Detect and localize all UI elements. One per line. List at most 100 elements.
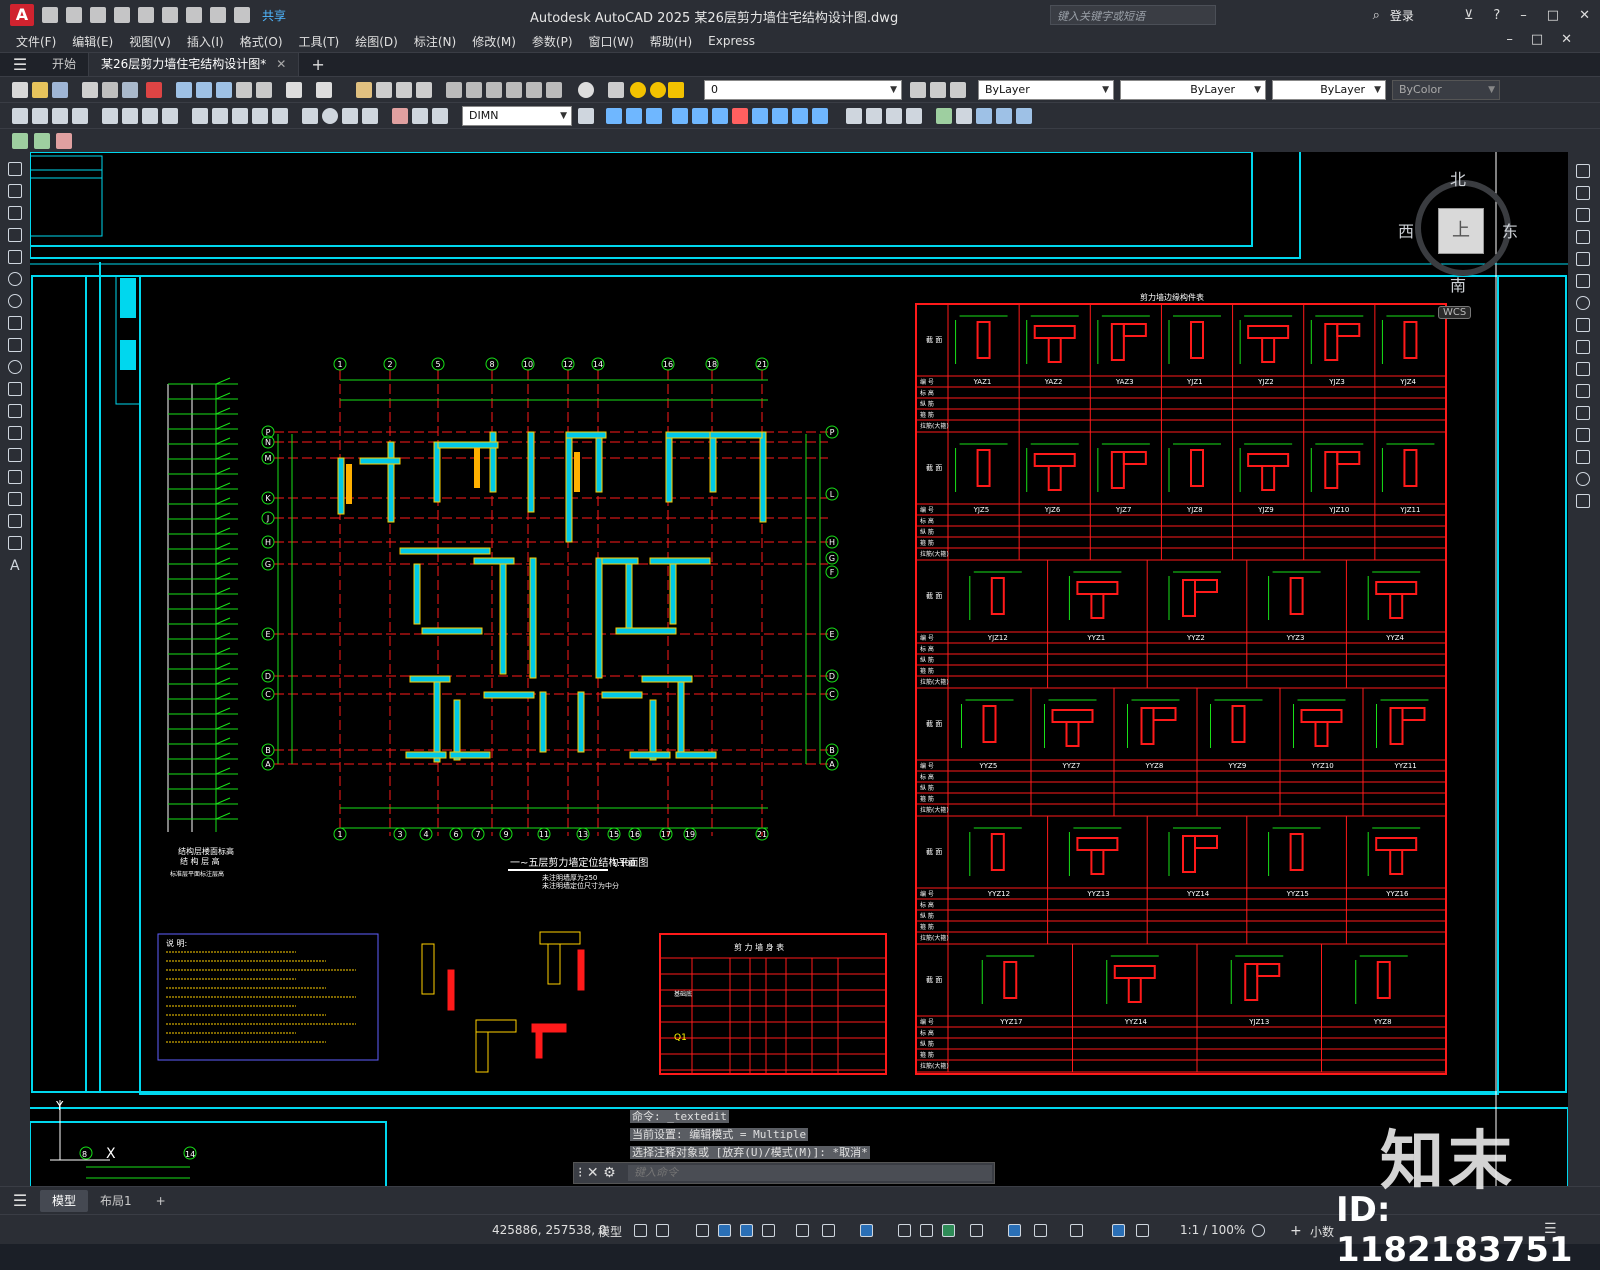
circle-icon[interactable] [8,294,22,308]
sheet-set-icon[interactable] [506,82,522,98]
polyline-icon[interactable] [8,206,22,220]
plot-icon[interactable] [82,82,98,98]
object-snap-tracking-icon[interactable] [822,1224,835,1237]
fillet-icon[interactable] [846,108,862,124]
region-icon[interactable] [8,514,22,528]
wcs-menu[interactable]: WCS [1438,306,1472,319]
chamfer-icon[interactable] [866,108,882,124]
extend-icon[interactable] [1576,384,1590,398]
new-file-icon[interactable] [42,7,58,23]
isometric-icon[interactable] [796,1224,809,1237]
close-button[interactable]: ✕ [1579,8,1590,23]
auto-scale-icon[interactable] [1136,1224,1149,1237]
tab-start[interactable]: 开始 [40,52,90,77]
make-current-layer-icon[interactable] [910,82,926,98]
match-properties-icon[interactable] [236,82,252,98]
layer-lock-icon[interactable] [668,82,684,98]
menu-express[interactable]: Express [708,34,755,48]
copy-object-icon[interactable] [626,108,642,124]
layer-on-icon[interactable] [630,82,646,98]
menu-window[interactable]: 窗口(W) [589,33,634,50]
dim-style-icon[interactable] [578,108,594,124]
trim-icon[interactable] [1576,362,1590,376]
coordinates-readout[interactable]: 425886, 257538, 0 [492,1223,607,1237]
open-icon[interactable] [32,82,48,98]
snap-icon[interactable] [656,1224,669,1237]
dim-edit-icon[interactable] [392,108,408,124]
align-icon[interactable] [996,108,1012,124]
quickcalc-icon[interactable] [546,82,562,98]
scale-icon[interactable] [752,108,768,124]
compass-north[interactable]: 北 [1450,166,1466,190]
explode-icon[interactable] [906,108,922,124]
units-select[interactable]: 小数 [1310,1223,1334,1240]
dimstyle-select[interactable]: DIMN ▼ [462,106,572,126]
move-icon[interactable] [1576,274,1590,288]
autocad-logo[interactable]: A [10,4,34,26]
open-file-icon[interactable] [66,7,82,23]
dim-text-edit-icon[interactable] [412,108,428,124]
tolerance-icon[interactable] [302,108,318,124]
compass-east[interactable]: 东 [1502,218,1518,242]
linetype-select[interactable]: ByLayer ▼ [1120,80,1266,100]
polar-tracking-icon[interactable] [762,1224,775,1237]
quick-dim-icon[interactable] [192,108,208,124]
stretch-icon[interactable] [772,108,788,124]
publish-icon[interactable] [122,82,138,98]
revcloud-icon[interactable] [8,316,22,330]
minimize-button[interactable]: – [1520,8,1527,23]
table-icon[interactable] [8,536,22,550]
dim-space-icon[interactable] [252,108,268,124]
layer-properties-icon[interactable] [608,82,624,98]
menu-format[interactable]: 格式(O) [240,33,283,50]
help-icon[interactable]: ? [1493,8,1500,23]
linear-dim-icon[interactable] [12,108,28,124]
join-icon[interactable] [1576,428,1590,442]
insert-block-icon[interactable] [8,404,22,418]
menu-insert[interactable]: 插入(I) [187,33,224,50]
infer-constraints-icon[interactable] [696,1224,709,1237]
lineweight-select[interactable]: ByLayer ▼ [1272,80,1386,100]
viewcube-top-face[interactable]: 上 [1438,208,1484,254]
cut-icon[interactable] [176,82,192,98]
hatch-icon[interactable] [8,470,22,484]
command-line-controls[interactable]: ⁝ ✕ ⚙ [578,1165,616,1181]
layer-thaw-icon[interactable] [650,82,666,98]
mtext-icon[interactable]: A [10,558,24,574]
ellipse-icon[interactable] [8,360,22,374]
save-icon[interactable] [90,7,106,23]
gradient-icon[interactable] [8,492,22,506]
open-web-icon[interactable] [138,7,154,23]
copy-icon[interactable] [1576,186,1590,200]
new-tab-button[interactable]: + [311,55,324,74]
point-icon[interactable] [8,448,22,462]
polygon-icon[interactable] [8,228,22,242]
array-icon[interactable] [692,108,708,124]
mirror-icon[interactable] [646,108,662,124]
layer-previous-icon[interactable] [930,82,946,98]
layer-select[interactable]: 0 ▼ [704,80,902,100]
new-icon[interactable] [12,82,28,98]
gizmo-icon[interactable] [1070,1224,1083,1237]
block-editor-icon[interactable] [256,82,272,98]
search-icon[interactable]: ⌕ [1373,8,1380,23]
explode-icon[interactable] [1576,494,1590,508]
markup-icon[interactable] [526,82,542,98]
offset-icon[interactable] [672,108,688,124]
spline-icon[interactable] [8,338,22,352]
jogged-linear-icon[interactable] [362,108,378,124]
chamfer-icon[interactable] [1576,450,1590,464]
save-web-icon[interactable] [162,7,178,23]
command-input[interactable] [628,1165,992,1181]
redo-icon[interactable] [234,7,250,23]
break-icon[interactable] [1576,406,1590,420]
center-mark-icon[interactable] [322,108,338,124]
extend-icon[interactable] [812,108,828,124]
paste-icon[interactable] [216,82,232,98]
add-layout-button[interactable]: + [144,1190,178,1212]
close-tab-icon[interactable]: ✕ [276,57,286,71]
compass-south[interactable]: 南 [1450,272,1466,296]
plot-preview-icon[interactable] [102,82,118,98]
undo-icon[interactable] [210,7,226,23]
zoom-window-icon[interactable] [396,82,412,98]
